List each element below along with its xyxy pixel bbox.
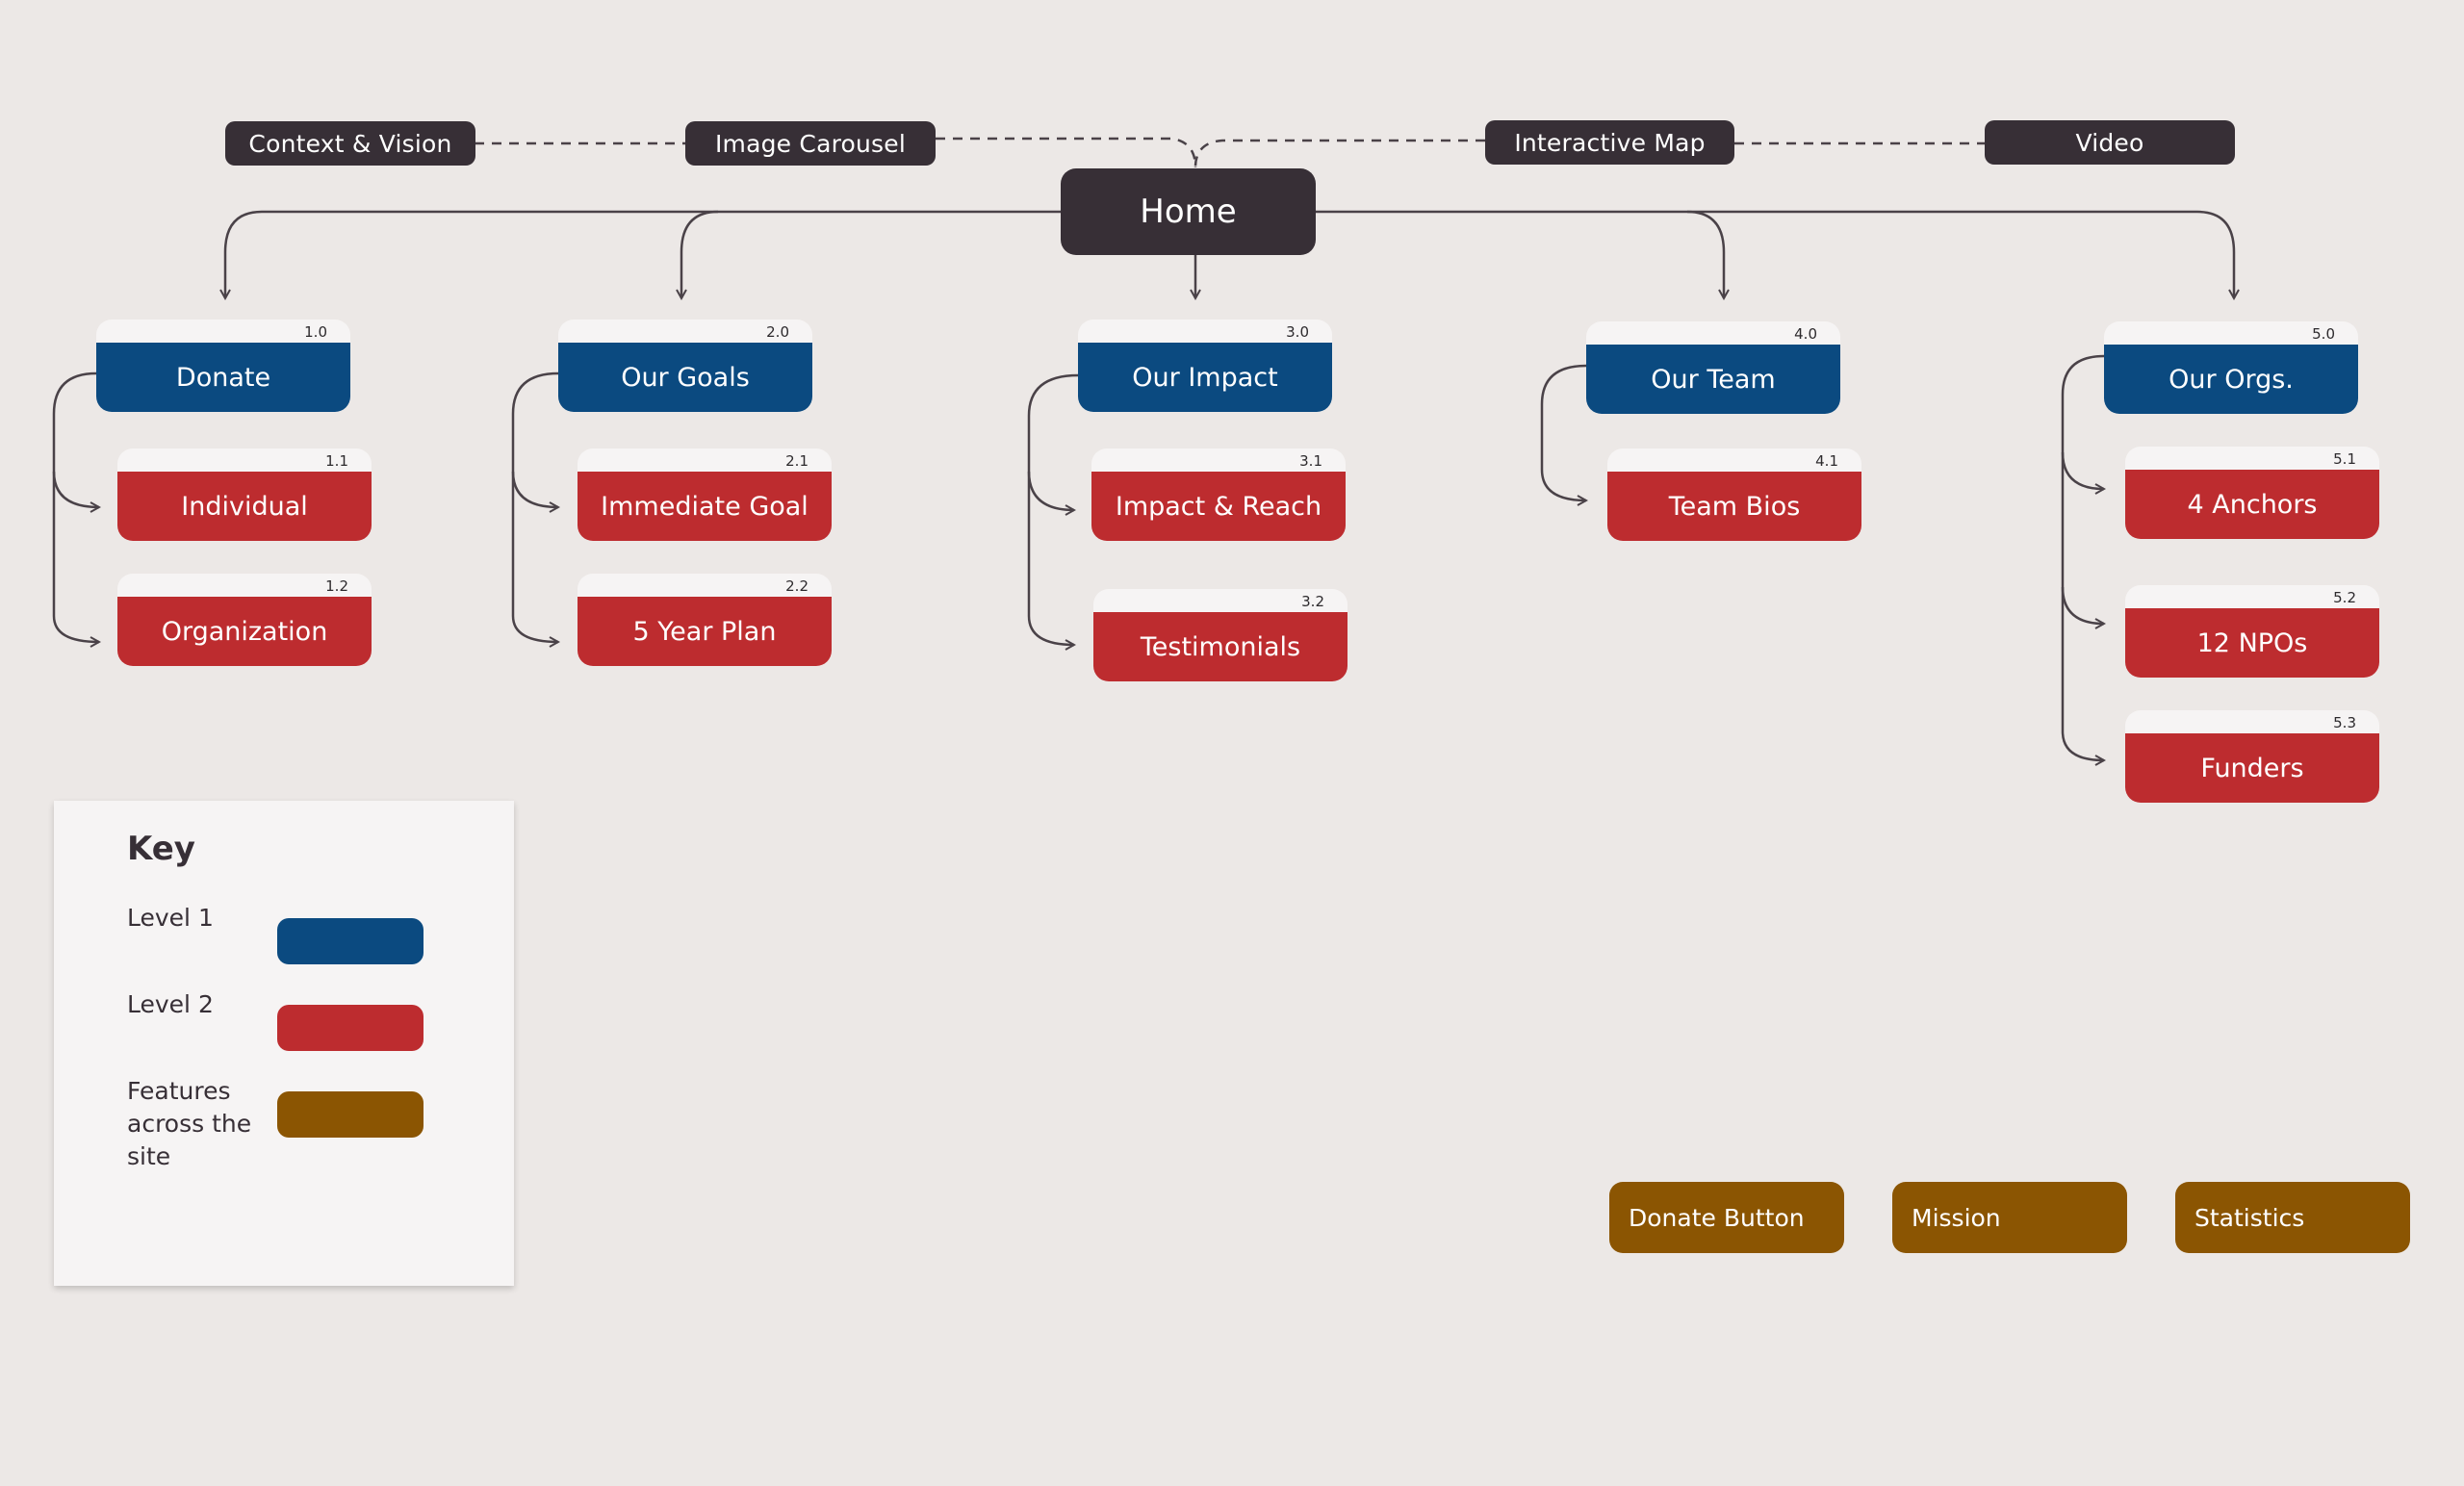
page-number: 3.1	[1299, 452, 1322, 470]
section-number: 5.0	[2312, 325, 2335, 343]
page-number: 2.2	[785, 577, 808, 595]
page-label: Testimonials	[1093, 612, 1348, 681]
page-organization[interactable]: 1.2 Organization	[117, 574, 372, 666]
page-label: Funders	[2125, 733, 2379, 803]
section-number: 2.0	[766, 323, 789, 341]
legend-swatch-level-2	[277, 1005, 424, 1051]
section-our-team[interactable]: 4.0 Our Team	[1586, 321, 1840, 414]
page-number: 5.3	[2333, 714, 2356, 731]
section-label: Our Team	[1586, 345, 1840, 414]
page-impact-reach[interactable]: 3.1 Impact & Reach	[1091, 448, 1346, 541]
section-label: Our Impact	[1078, 343, 1332, 412]
page-individual[interactable]: 1.1 Individual	[117, 448, 372, 541]
page-label: 4 Anchors	[2125, 470, 2379, 539]
legend-swatch-features	[277, 1091, 424, 1138]
section-our-goals[interactable]: 2.0 Our Goals	[558, 320, 812, 412]
page-label: Team Bios	[1607, 472, 1861, 541]
feature-statistics[interactable]: Statistics	[2175, 1182, 2410, 1253]
page-label: 5 Year Plan	[578, 597, 832, 666]
feature-donate-button[interactable]: Donate Button	[1609, 1182, 1844, 1253]
section-number: 4.0	[1794, 325, 1817, 343]
legend-label-level-2: Level 2	[127, 990, 214, 1018]
feature-mission[interactable]: Mission	[1892, 1182, 2127, 1253]
section-donate[interactable]: 1.0 Donate	[96, 320, 350, 412]
legend-label-level-1: Level 1	[127, 904, 214, 932]
page-team-bios[interactable]: 4.1 Team Bios	[1607, 448, 1861, 541]
link-home-orgs	[2196, 210, 2234, 298]
dashed-link-map-home	[1194, 139, 1485, 168]
page-number: 4.1	[1815, 452, 1838, 470]
feature-image-carousel[interactable]: Image Carousel	[685, 121, 936, 166]
section-number: 1.0	[304, 323, 327, 341]
page-immediate-goal[interactable]: 2.1 Immediate Goal	[578, 448, 832, 541]
page-number: 1.2	[325, 577, 348, 595]
page-label: Individual	[117, 472, 372, 541]
section-our-impact[interactable]: 3.0 Our Impact	[1078, 320, 1332, 412]
page-number: 5.2	[2333, 589, 2356, 606]
page-number: 2.1	[785, 452, 808, 470]
link-home-team	[1686, 210, 1724, 298]
page-label: Impact & Reach	[1091, 472, 1346, 541]
page-number: 1.1	[325, 452, 348, 470]
feature-video[interactable]: Video	[1985, 120, 2235, 165]
page-number: 3.2	[1301, 593, 1324, 610]
page-4-anchors[interactable]: 5.1 4 Anchors	[2125, 447, 2379, 539]
page-5-year-plan[interactable]: 2.2 5 Year Plan	[578, 574, 832, 666]
section-number: 3.0	[1286, 323, 1309, 341]
section-our-orgs[interactable]: 5.0 Our Orgs.	[2104, 321, 2358, 414]
legend-label-features: Features across the site	[127, 1077, 252, 1170]
page-label: Immediate Goal	[578, 472, 832, 541]
page-label: Organization	[117, 597, 372, 666]
page-testimonials[interactable]: 3.2 Testimonials	[1093, 589, 1348, 681]
section-label: Donate	[96, 343, 350, 412]
home-node[interactable]: Home	[1061, 168, 1316, 255]
page-number: 5.1	[2333, 450, 2356, 468]
page-label: 12 NPOs	[2125, 608, 2379, 678]
page-12-npos[interactable]: 5.2 12 NPOs	[2125, 585, 2379, 678]
page-funders[interactable]: 5.3 Funders	[2125, 710, 2379, 803]
feature-context-vision[interactable]: Context & Vision	[225, 121, 475, 166]
section-label: Our Orgs.	[2104, 345, 2358, 414]
link-home-goals	[681, 210, 719, 298]
link-home-donate	[225, 210, 263, 298]
legend-key: Key Level 1 Level 2 Features across the …	[54, 801, 514, 1286]
legend-swatch-level-1	[277, 918, 424, 964]
legend-title: Key	[127, 830, 195, 868]
dashed-link-carousel-home	[936, 137, 1197, 168]
section-label: Our Goals	[558, 343, 812, 412]
feature-interactive-map[interactable]: Interactive Map	[1485, 120, 1734, 165]
